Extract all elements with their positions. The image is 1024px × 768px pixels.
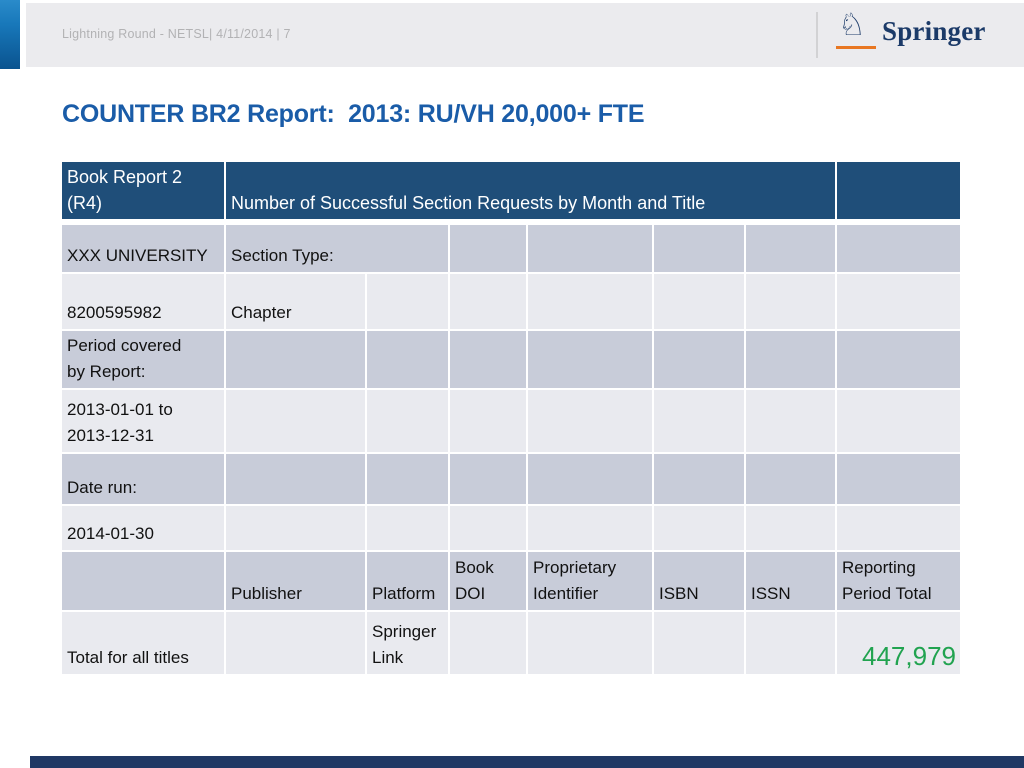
section-type-value-cell: Chapter [225, 273, 366, 330]
table-total-row: Total for all titles Springer Link 447,9… [61, 611, 961, 675]
counter-report-table: Book Report 2 (R4) Number of Successful … [60, 160, 962, 676]
header-band: Lightning Round - NETSL| 4/11/2014 | 7 ♘… [26, 3, 1024, 67]
slide-canvas: Lightning Round - NETSL| 4/11/2014 | 7 ♘… [0, 0, 1024, 768]
top-left-accent-bar [0, 0, 20, 69]
col-header-issn: ISSN [745, 551, 836, 611]
springer-logo: ♘ Springer [816, 3, 1016, 67]
col-header-isbn: ISBN [653, 551, 745, 611]
slide-title: COUNTER BR2 Report: 2013: RU/VH 20,000+ … [62, 100, 644, 129]
empty-cell [836, 161, 961, 222]
institution-cell: XXX UNIVERSITY [61, 222, 225, 273]
reporting-period-total-value: 447,979 [836, 611, 961, 675]
table-column-header-row: Publisher Platform Book DOI Proprietary … [61, 551, 961, 611]
table-row: Date run: [61, 453, 961, 505]
bottom-navy-bar [30, 756, 1024, 768]
col-header-publisher: Publisher [225, 551, 366, 611]
table-row: 2014-01-30 [61, 505, 961, 551]
springer-knight-icon: ♘ [838, 5, 866, 45]
table-row: Book Report 2 (R4) Number of Successful … [61, 161, 961, 222]
logo-divider [816, 12, 818, 58]
slide-meta-text: Lightning Round - NETSL| 4/11/2014 | 7 [62, 27, 291, 41]
report-name-cell: Book Report 2 (R4) [61, 161, 225, 222]
col-header-book-doi: Book DOI [449, 551, 527, 611]
account-number-cell: 8200595982 [61, 273, 225, 330]
report-description-cell: Number of Successful Section Requests by… [225, 161, 836, 222]
section-type-label-cell: Section Type: [225, 222, 449, 273]
total-platform-cell: Springer Link [366, 611, 449, 675]
period-value-cell: 2013-01-01 to 2013-12-31 [61, 389, 225, 453]
table-row: Period covered by Report: [61, 330, 961, 389]
col-header-platform: Platform [366, 551, 449, 611]
col-header-proprietary-identifier: Proprietary Identifier [527, 551, 653, 611]
period-label-cell: Period covered by Report: [61, 330, 225, 389]
table-row: XXX UNIVERSITY Section Type: [61, 222, 961, 273]
table-row: 2013-01-01 to 2013-12-31 [61, 389, 961, 453]
table-row: 8200595982 Chapter [61, 273, 961, 330]
date-run-label-cell: Date run: [61, 453, 225, 505]
total-label-cell: Total for all titles [61, 611, 225, 675]
col-header-reporting-period-total: Reporting Period Total [836, 551, 961, 611]
logo-orange-underline [836, 46, 876, 49]
springer-wordmark: Springer [882, 16, 986, 47]
date-run-value-cell: 2014-01-30 [61, 505, 225, 551]
